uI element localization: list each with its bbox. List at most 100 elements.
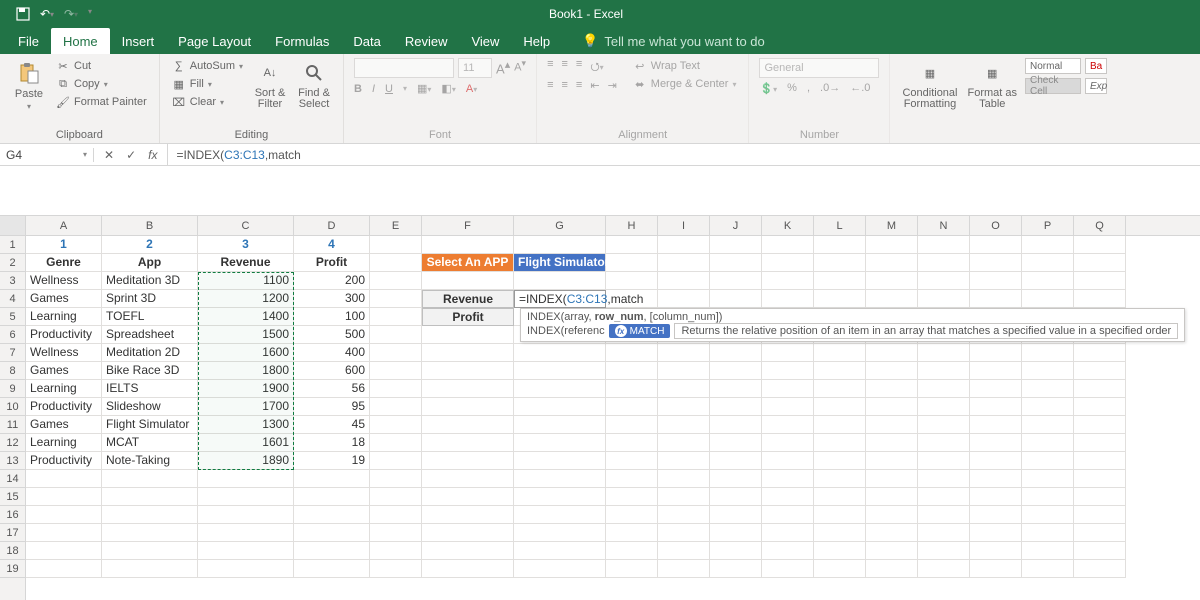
- cell-I7[interactable]: [658, 344, 710, 362]
- italic-button[interactable]: I: [372, 83, 375, 95]
- row-header-8[interactable]: 8: [0, 362, 25, 380]
- cell-P19[interactable]: [1022, 560, 1074, 578]
- cut-button[interactable]: ✂Cut: [54, 58, 149, 74]
- cell-J14[interactable]: [710, 470, 762, 488]
- fx-icon[interactable]: fx: [148, 148, 157, 162]
- cell-O16[interactable]: [970, 506, 1022, 524]
- cell-A2[interactable]: Genre: [26, 254, 102, 272]
- cell-H2[interactable]: [606, 254, 658, 272]
- cell-M11[interactable]: [866, 416, 918, 434]
- column-header-M[interactable]: M: [866, 216, 918, 235]
- cell-C8[interactable]: 1800: [198, 362, 294, 380]
- cell-H19[interactable]: [606, 560, 658, 578]
- cell-M4[interactable]: [866, 290, 918, 308]
- cell-I10[interactable]: [658, 398, 710, 416]
- cell-G14[interactable]: [514, 470, 606, 488]
- indent-dec-icon[interactable]: ⇤: [590, 79, 599, 92]
- cell-E14[interactable]: [370, 470, 422, 488]
- tab-review[interactable]: Review: [393, 28, 460, 54]
- cell-P13[interactable]: [1022, 452, 1074, 470]
- cell-C4[interactable]: 1200: [198, 290, 294, 308]
- cell-K19[interactable]: [762, 560, 814, 578]
- row-header-7[interactable]: 7: [0, 344, 25, 362]
- cell-M12[interactable]: [866, 434, 918, 452]
- cell-C19[interactable]: [198, 560, 294, 578]
- row-header-6[interactable]: 6: [0, 326, 25, 344]
- cell-O9[interactable]: [970, 380, 1022, 398]
- column-header-L[interactable]: L: [814, 216, 866, 235]
- row-header-10[interactable]: 10: [0, 398, 25, 416]
- style-explanatory[interactable]: Exp: [1085, 78, 1107, 94]
- cell-B5[interactable]: TOEFL: [102, 308, 198, 326]
- cell-Q8[interactable]: [1074, 362, 1126, 380]
- fontcolor-icon[interactable]: A▾: [466, 83, 477, 95]
- cell-D10[interactable]: 95: [294, 398, 370, 416]
- column-header-D[interactable]: D: [294, 216, 370, 235]
- row-header-11[interactable]: 11: [0, 416, 25, 434]
- cell-G9[interactable]: [514, 380, 606, 398]
- tab-help[interactable]: Help: [511, 28, 562, 54]
- style-normal[interactable]: Normal: [1025, 58, 1081, 74]
- cell-Q14[interactable]: [1074, 470, 1126, 488]
- cell-P11[interactable]: [1022, 416, 1074, 434]
- align-center-icon[interactable]: ≡: [562, 79, 568, 92]
- conditional-formatting-button[interactable]: ▦ Conditional Formatting: [900, 58, 959, 112]
- cell-A16[interactable]: [26, 506, 102, 524]
- cell-O19[interactable]: [970, 560, 1022, 578]
- cell-M10[interactable]: [866, 398, 918, 416]
- cell-H11[interactable]: [606, 416, 658, 434]
- column-header-Q[interactable]: Q: [1074, 216, 1126, 235]
- cell-D8[interactable]: 600: [294, 362, 370, 380]
- cell-N12[interactable]: [918, 434, 970, 452]
- cell-C2[interactable]: Revenue: [198, 254, 294, 272]
- cell-G4[interactable]: =INDEX(C3:C13,match: [514, 290, 606, 308]
- cell-Q13[interactable]: [1074, 452, 1126, 470]
- cell-L11[interactable]: [814, 416, 866, 434]
- cell-O7[interactable]: [970, 344, 1022, 362]
- cell-G15[interactable]: [514, 488, 606, 506]
- cell-G8[interactable]: [514, 362, 606, 380]
- cell-B9[interactable]: IELTS: [102, 380, 198, 398]
- cell-J4[interactable]: [710, 290, 762, 308]
- cell-K18[interactable]: [762, 542, 814, 560]
- cell-F13[interactable]: [422, 452, 514, 470]
- column-header-H[interactable]: H: [606, 216, 658, 235]
- column-header-B[interactable]: B: [102, 216, 198, 235]
- cell-F6[interactable]: [422, 326, 514, 344]
- cell-O12[interactable]: [970, 434, 1022, 452]
- cell-H9[interactable]: [606, 380, 658, 398]
- cell-B2[interactable]: App: [102, 254, 198, 272]
- cell-N18[interactable]: [918, 542, 970, 560]
- cell-A1[interactable]: 1: [26, 236, 102, 254]
- cell-F19[interactable]: [422, 560, 514, 578]
- clear-button[interactable]: ⌧Clear▾: [170, 94, 245, 110]
- column-header-K[interactable]: K: [762, 216, 814, 235]
- cell-L1[interactable]: [814, 236, 866, 254]
- cell-I15[interactable]: [658, 488, 710, 506]
- cell-O4[interactable]: [970, 290, 1022, 308]
- align-right-icon[interactable]: ≡: [576, 79, 582, 92]
- cell-F4[interactable]: Revenue: [422, 290, 514, 308]
- cell-B12[interactable]: MCAT: [102, 434, 198, 452]
- cell-H12[interactable]: [606, 434, 658, 452]
- cell-P8[interactable]: [1022, 362, 1074, 380]
- save-icon[interactable]: [16, 7, 30, 21]
- cell-N11[interactable]: [918, 416, 970, 434]
- cell-Q17[interactable]: [1074, 524, 1126, 542]
- cell-A14[interactable]: [26, 470, 102, 488]
- tab-home[interactable]: Home: [51, 28, 110, 54]
- cell-C5[interactable]: 1400: [198, 308, 294, 326]
- cell-Q3[interactable]: [1074, 272, 1126, 290]
- column-header-I[interactable]: I: [658, 216, 710, 235]
- cell-G1[interactable]: [514, 236, 606, 254]
- cell-K10[interactable]: [762, 398, 814, 416]
- cell-P15[interactable]: [1022, 488, 1074, 506]
- cell-N9[interactable]: [918, 380, 970, 398]
- cell-B7[interactable]: Meditation 2D: [102, 344, 198, 362]
- row-header-12[interactable]: 12: [0, 434, 25, 452]
- copy-button[interactable]: ⧉Copy▾: [54, 76, 149, 92]
- cell-J15[interactable]: [710, 488, 762, 506]
- cell-J11[interactable]: [710, 416, 762, 434]
- cell-B6[interactable]: Spreadsheet: [102, 326, 198, 344]
- cell-I17[interactable]: [658, 524, 710, 542]
